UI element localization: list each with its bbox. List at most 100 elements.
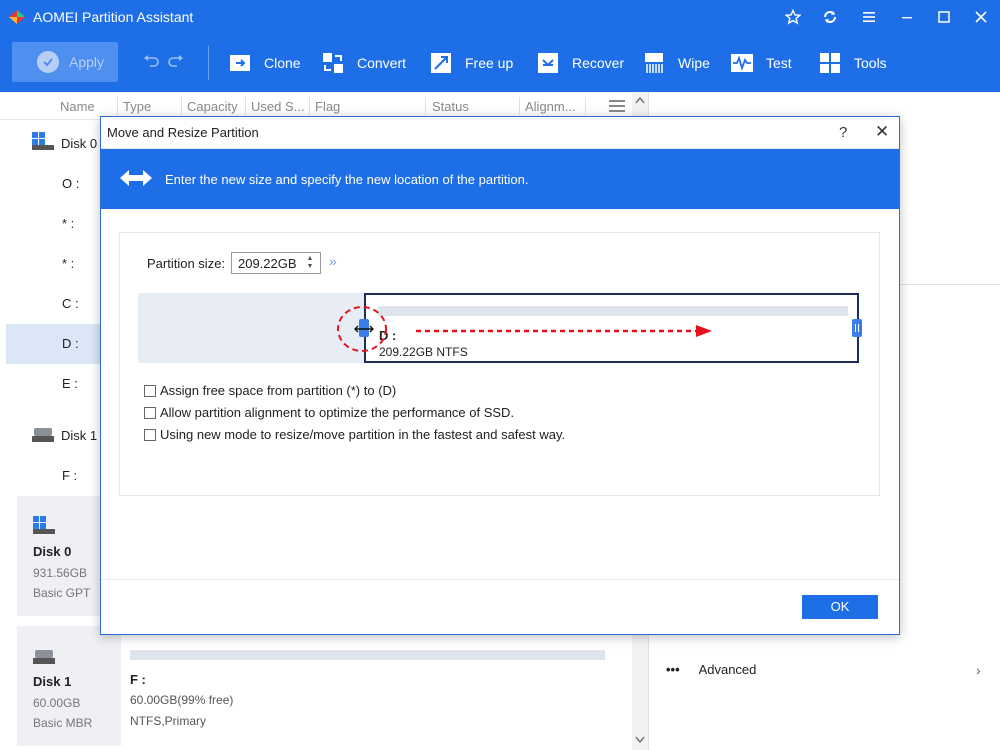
menu-icon[interactable]: [858, 6, 880, 28]
recover-button[interactable]: Recover: [536, 50, 624, 76]
scroll-up-icon[interactable]: [635, 96, 645, 104]
checkbox[interactable]: [144, 428, 156, 441]
wipe-label: Wipe: [678, 55, 710, 71]
chevron-right-icon[interactable]: ›: [976, 662, 981, 678]
tools-button[interactable]: Tools: [818, 50, 887, 76]
option-ssd-alignment[interactable]: Allow partition alignment to optimize th…: [144, 405, 514, 420]
tree-disk-1-label: Disk 1: [61, 428, 98, 443]
minimize-icon[interactable]: [896, 6, 918, 28]
disk-icon: [32, 132, 54, 150]
dialog-title: Move and Resize Partition: [107, 125, 259, 140]
wipe-button[interactable]: Wipe: [642, 50, 710, 76]
disk-0-type: Basic GPT: [33, 586, 91, 600]
tree-partition[interactable]: * :: [0, 244, 100, 284]
test-label: Test: [766, 55, 792, 71]
disk-0-name: Disk 0: [33, 544, 72, 559]
close-window-icon[interactable]: [970, 6, 992, 28]
checkbox[interactable]: [144, 384, 156, 397]
partition-block[interactable]: D : 209.22GB NTFS: [364, 293, 859, 363]
size-spinner-icon[interactable]: ▲ ▼: [305, 255, 315, 271]
option-new-mode[interactable]: Using new mode to resize/move partition …: [144, 427, 565, 442]
more-icon: •••: [666, 662, 680, 677]
move-resize-dialog: Move and Resize Partition ? ✕ Enter the …: [100, 116, 900, 635]
disk-icon: [33, 650, 55, 664]
disk-1-name: Disk 1: [33, 674, 72, 689]
dialog-title-bar: Move and Resize Partition ? ✕: [101, 117, 899, 149]
tree-disk-0-label: Disk 0: [61, 136, 98, 151]
option-label: Assign free space from partition (*) to …: [160, 383, 397, 398]
free-up-button[interactable]: Free up: [429, 50, 513, 76]
disk-1-size: 60.00GB: [33, 696, 81, 710]
maximize-icon[interactable]: [933, 6, 955, 28]
redo-icon[interactable]: [167, 53, 185, 69]
scroll-down-icon[interactable]: [635, 736, 645, 744]
column-name[interactable]: Name: [60, 99, 95, 114]
tree-partition[interactable]: F :: [0, 456, 100, 496]
left-resize-handle[interactable]: [359, 319, 369, 337]
right-resize-handle[interactable]: [852, 319, 862, 337]
convert-icon: [321, 51, 345, 75]
column-capacity[interactable]: Capacity: [187, 99, 238, 114]
column-used-space[interactable]: Used S...: [251, 99, 304, 114]
tree-partition-label: D :: [62, 336, 79, 351]
column-type[interactable]: Type: [123, 99, 151, 114]
apply-button[interactable]: Apply: [12, 42, 118, 82]
double-chevron-icon[interactable]: »: [329, 253, 337, 269]
test-icon: [730, 51, 754, 75]
close-icon[interactable]: ✕: [875, 122, 889, 142]
ok-button[interactable]: OK: [802, 595, 878, 619]
tree-disk-1[interactable]: Disk 1: [0, 416, 100, 456]
disk-1-type: Basic MBR: [33, 716, 93, 730]
title-bar: AOMEI Partition Assistant: [0, 0, 1000, 34]
column-flag[interactable]: Flag: [315, 99, 340, 114]
tree-partition[interactable]: E :: [0, 364, 100, 404]
app-logo-icon: [9, 10, 25, 24]
disk-icon: [33, 516, 55, 534]
tree-partition-label: O :: [62, 176, 80, 191]
tree-partition-label: E :: [62, 376, 78, 391]
option-label: Using new mode to resize/move partition …: [160, 427, 566, 442]
partition-filesystem: NTFS,Primary: [130, 714, 206, 728]
column-status[interactable]: Status: [432, 99, 469, 114]
partition-size-label: Partition size:: [147, 256, 226, 271]
column-settings-icon[interactable]: [609, 100, 625, 112]
partition-block-name: D :: [379, 328, 397, 343]
help-icon[interactable]: ?: [839, 124, 847, 141]
wipe-icon: [642, 51, 666, 75]
tree-disk-0[interactable]: Disk 0: [0, 124, 100, 164]
disk-icon: [32, 428, 54, 442]
disk-1-partition-map[interactable]: F : 60.00GB(99% free) NTFS,Primary: [122, 626, 622, 746]
column-alignment[interactable]: Alignm...: [525, 99, 576, 114]
tree-partition-label: C :: [62, 296, 79, 311]
partition-block-size: 209.22GB NTFS: [379, 345, 468, 359]
clone-icon: [228, 51, 252, 75]
test-button[interactable]: Test: [730, 50, 792, 76]
tree-partition[interactable]: O :: [0, 164, 100, 204]
tree-partition-label: F :: [62, 468, 78, 483]
check-icon: [37, 51, 59, 73]
apply-label: Apply: [69, 54, 105, 70]
advanced-item[interactable]: ••• Advanced: [666, 662, 756, 677]
convert-button[interactable]: Convert: [321, 50, 406, 76]
free-up-label: Free up: [465, 55, 514, 71]
tree-partition-label: * :: [62, 216, 75, 231]
checkbox[interactable]: [144, 406, 156, 419]
main-toolbar: Apply Clone Convert Free up Recover Wipe…: [0, 34, 1000, 92]
clone-label: Clone: [264, 55, 301, 71]
disk-1-card[interactable]: Disk 1 60.00GB Basic MBR: [17, 626, 121, 746]
undo-icon[interactable]: [142, 53, 160, 69]
banner-text: Enter the new size and specify the new l…: [165, 172, 529, 187]
free-up-icon: [429, 51, 453, 75]
tree-partition[interactable]: C :: [0, 284, 100, 324]
option-assign-free-space[interactable]: Assign free space from partition (*) to …: [144, 383, 396, 398]
star-icon[interactable]: [782, 6, 804, 28]
unallocated-space: [138, 293, 364, 363]
toolbar-separator: [208, 46, 209, 80]
tree-partition-label: * :: [62, 256, 75, 271]
clone-button[interactable]: Clone: [228, 50, 301, 76]
recover-icon: [536, 51, 560, 75]
tree-partition[interactable]: * :: [0, 204, 100, 244]
tree-partition-selected[interactable]: D :: [6, 324, 100, 364]
disk-0-size: 931.56GB: [33, 566, 88, 580]
refresh-icon[interactable]: [819, 6, 841, 28]
